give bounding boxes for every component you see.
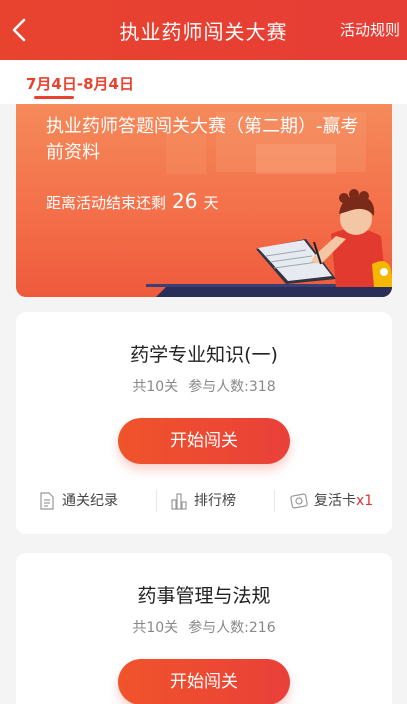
revive-card-text: 复活卡 [314,493,356,509]
card-icon [290,493,308,509]
records-label: 通关纪录 [62,493,118,509]
bar-chart-icon [171,493,187,510]
activity-rules-link[interactable]: 活动规则 [340,19,400,40]
revive-card-button[interactable]: 复活卡x1 [290,490,390,512]
start-challenge-button[interactable]: 开始闯关 [118,418,290,464]
divider [274,490,275,512]
card-actions: 通关纪录 排行榜 复活卡x1 [16,490,392,512]
ranking-label: 排行榜 [194,493,236,509]
divider [156,490,157,512]
quiz-card-pharmacy-knowledge: 药学专业知识(一) 共10关 参与人数:318 开始闯关 通关纪录 排行榜 复活… [16,312,392,534]
student-illustration [146,189,392,297]
activity-banner: 执业药师答题闯关大赛（第二期）-赢考前资料 距离活动结束还剩 26 天 [16,104,392,297]
participant-count: 参与人数:216 [188,620,276,636]
revive-card-count: x1 [356,493,374,509]
start-challenge-button[interactable]: 开始闯关 [118,659,290,704]
level-count: 共10关 [132,620,179,636]
banner-title: 执业药师答题闯关大赛（第二期）-赢考前资料 [46,116,359,163]
document-icon [40,492,54,510]
revive-card-label: 复活卡x1 [314,490,373,512]
participant-count: 参与人数:318 [188,379,276,395]
quiz-card-pharmacy-law: 药事管理与法规 共10关 参与人数:216 开始闯关 [16,553,392,704]
top-bar: 执业药师闯关大赛 活动规则 [0,0,407,60]
date-tabs: 7月4日-8月4日 [0,60,407,104]
records-button[interactable]: 通关纪录 [38,490,148,512]
ranking-button[interactable]: 排行榜 [170,490,260,512]
card-title: 药学专业知识(一) [130,344,278,366]
tab-active-indicator [34,96,74,99]
card-title: 药事管理与法规 [137,585,271,607]
card-meta: 共10关 参与人数:216 [16,617,392,637]
level-count: 共10关 [132,379,179,395]
card-meta: 共10关 参与人数:318 [16,376,392,396]
tab-date-range[interactable]: 7月4日-8月4日 [26,73,134,94]
